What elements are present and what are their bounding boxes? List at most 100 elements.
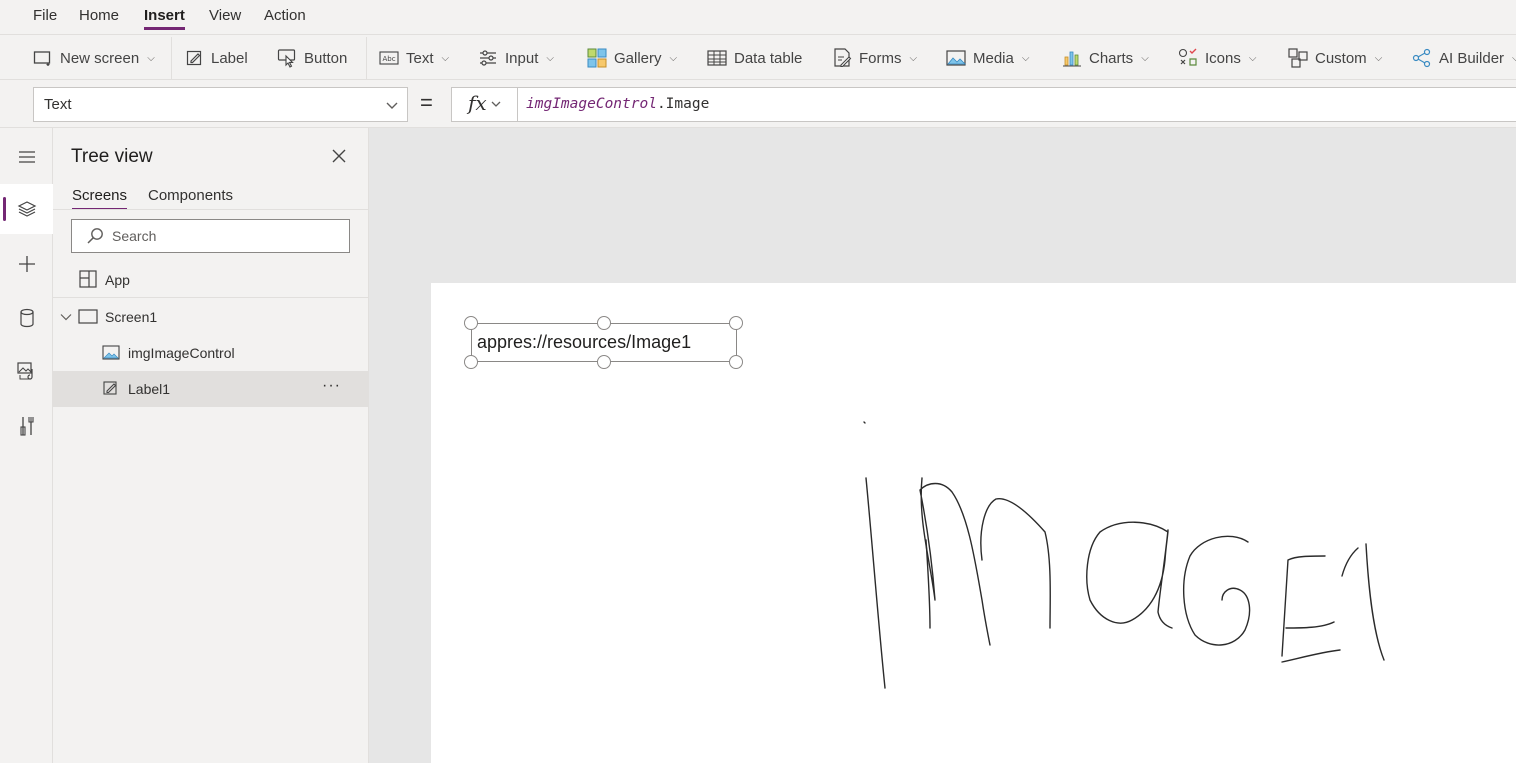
label-button[interactable]: Label	[186, 45, 248, 71]
tab-screens[interactable]: Screens	[72, 187, 128, 210]
tab-components[interactable]: Components	[148, 187, 233, 208]
custom-component-icon	[1288, 48, 1308, 68]
button-button-label: Button	[304, 49, 348, 67]
data-table-button-label: Data table	[734, 49, 803, 67]
chevron-down-icon	[386, 102, 398, 109]
data-rail-button[interactable]	[0, 293, 53, 343]
text-button[interactable]: Abc Text ⌵	[379, 45, 449, 71]
resize-handle-bottom-right[interactable]	[729, 355, 743, 369]
button-icon	[277, 49, 296, 68]
search-input[interactable]: Search	[71, 219, 350, 253]
chevron-down-icon: ⌵	[1141, 52, 1149, 64]
resize-handle-top-right[interactable]	[729, 316, 743, 330]
table-icon	[707, 50, 727, 66]
tree-node-imgimagecontrol-label: imgImageControl	[128, 345, 235, 361]
menu-view[interactable]: View	[209, 7, 241, 27]
ribbon-divider	[366, 37, 367, 79]
search-icon	[87, 228, 103, 244]
charts-button[interactable]: Charts ⌵	[1062, 45, 1149, 71]
media-button-label: Media	[973, 49, 1014, 67]
forms-button-label: Forms	[859, 49, 902, 67]
tree-node-app[interactable]: App	[53, 262, 369, 298]
new-screen-button[interactable]: New screen ⌵	[33, 45, 155, 71]
tree-node-screen1[interactable]: Screen1	[53, 299, 369, 335]
charts-button-label: Charts	[1089, 49, 1134, 67]
tree-view-panel: Tree view Screens Components Search App …	[53, 128, 369, 763]
resize-handle-top[interactable]	[597, 316, 611, 330]
property-dropdown-value: Text	[44, 96, 72, 113]
formula-bar: Text = fx imgImageControl.Image	[0, 80, 1516, 128]
ribbon-divider	[171, 37, 172, 79]
chevron-down-icon[interactable]	[60, 311, 72, 323]
database-icon	[19, 308, 34, 328]
gallery-button[interactable]: Gallery ⌵	[587, 45, 677, 71]
plus-icon	[18, 256, 35, 272]
ai-builder-icon	[1412, 48, 1431, 68]
menu-home[interactable]: Home	[79, 7, 119, 27]
formula-property-name: .Image	[656, 96, 710, 112]
insert-rail-button[interactable]	[0, 239, 53, 289]
tree-node-label1[interactable]: Label1 ···	[53, 371, 369, 407]
chevron-down-icon: ⌵	[546, 52, 554, 64]
media-icon	[946, 50, 966, 66]
tree-view-rail-button[interactable]	[0, 184, 53, 234]
icons-button[interactable]: Icons ⌵	[1178, 45, 1256, 71]
chevron-down-icon: ⌵	[147, 52, 155, 64]
fx-button[interactable]: fx	[451, 87, 518, 122]
more-options-icon[interactable]: ···	[322, 377, 341, 395]
menu-bar: File Home Insert View Action	[0, 0, 1516, 34]
label-edit-icon	[103, 381, 117, 395]
close-icon[interactable]	[331, 148, 347, 164]
custom-button-label: Custom	[1315, 49, 1367, 67]
tab-divider	[53, 209, 369, 210]
forms-button[interactable]: Forms ⌵	[832, 45, 917, 71]
property-dropdown[interactable]: Text	[33, 87, 408, 122]
resize-handle-bottom[interactable]	[597, 355, 611, 369]
text-input-icon: Abc	[379, 51, 399, 65]
handwritten-image[interactable]	[840, 410, 1400, 700]
chevron-down-icon: ⌵	[909, 52, 918, 64]
insert-ribbon: New screen ⌵ Label Button Abc Text ⌵ Input…	[0, 34, 1516, 80]
chevron-down-icon: ⌵	[669, 52, 678, 64]
button-button[interactable]: Button	[277, 45, 347, 71]
tree-node-label1-label: Label1	[128, 381, 171, 397]
input-button[interactable]: Input ⌵	[478, 45, 554, 71]
media-button[interactable]: Media ⌵	[946, 45, 1029, 71]
menu-action[interactable]: Action	[264, 7, 306, 27]
chevron-down-icon: ⌵	[1374, 52, 1383, 64]
new-screen-icon	[33, 51, 51, 66]
menu-file[interactable]: File	[33, 7, 57, 27]
chevron-down-icon: ⌵	[1512, 52, 1516, 64]
resize-handle-bottom-left[interactable]	[464, 355, 478, 369]
screen-icon	[78, 309, 98, 324]
forms-icon	[834, 48, 852, 68]
hamburger-menu-button[interactable]	[0, 132, 53, 182]
layers-icon	[17, 201, 36, 217]
media-rail-button[interactable]	[0, 346, 53, 396]
fx-label: fx	[468, 91, 487, 115]
chevron-down-icon	[491, 101, 501, 107]
app-icon	[79, 270, 97, 288]
chevron-down-icon: ⌵	[1021, 52, 1030, 64]
equals-sign: =	[420, 90, 433, 115]
search-placeholder: Search	[112, 228, 157, 244]
chevron-down-icon: ⌵	[441, 52, 450, 64]
ai-builder-button[interactable]: AI Builder ⌵	[1412, 45, 1516, 71]
tree-node-screen1-label: Screen1	[105, 309, 158, 325]
icons-icon	[1178, 48, 1197, 66]
custom-button[interactable]: Custom ⌵	[1288, 45, 1382, 71]
resize-handle-top-left[interactable]	[464, 316, 478, 330]
input-button-label: Input	[505, 49, 539, 67]
media-library-icon	[16, 362, 33, 380]
tree-divider	[53, 297, 369, 298]
data-table-button[interactable]: Data table	[707, 45, 802, 71]
formula-input[interactable]: imgImageControl.Image	[517, 87, 1516, 122]
formula-control-name: imgImageControl	[526, 96, 657, 112]
menu-insert[interactable]: Insert	[144, 7, 185, 30]
left-rail	[0, 128, 53, 763]
icons-button-label: Icons	[1205, 49, 1241, 67]
advanced-tools-rail-button[interactable]	[0, 401, 53, 451]
gallery-icon	[587, 48, 607, 68]
tree-node-imgimagecontrol[interactable]: imgImageControl	[53, 335, 369, 371]
image-icon	[102, 345, 120, 360]
